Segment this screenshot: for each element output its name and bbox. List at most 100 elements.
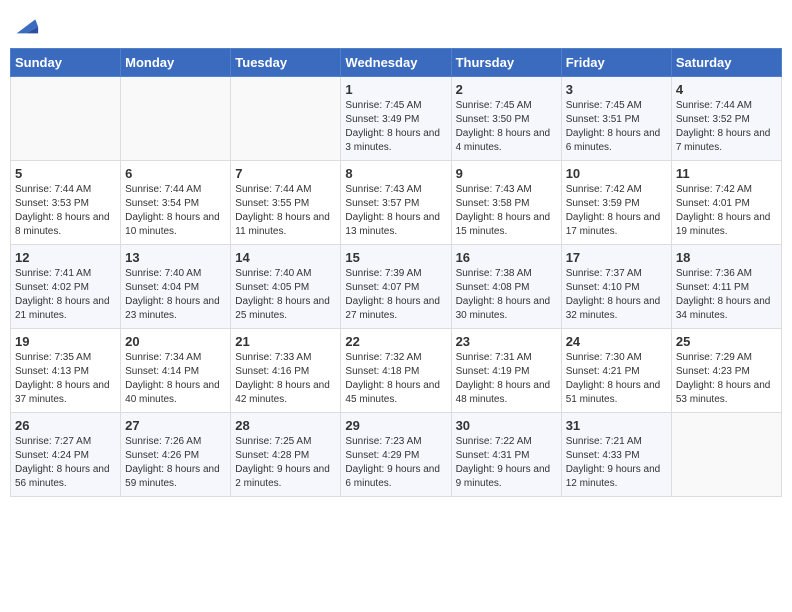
calendar-cell: 23 Sunrise: 7:31 AM Sunset: 4:19 PM Dayli… — [451, 329, 561, 413]
calendar-cell: 16Sunrise: 7:38 AM Sunset: 4:08 PM Dayli… — [451, 245, 561, 329]
calendar-cell: 19Sunrise: 7:35 AM Sunset: 4:13 PM Dayli… — [11, 329, 121, 413]
page-header — [10, 10, 782, 38]
calendar-cell: 6 Sunrise: 7:44 AM Sunset: 3:54 PM Daylig… — [121, 161, 231, 245]
calendar-cell: 22 Sunrise: 7:32 AM Sunset: 4:18 PM Dayli… — [341, 329, 451, 413]
day-number: 20 — [125, 334, 226, 349]
day-number: 21 — [235, 334, 336, 349]
day-number: 12 — [15, 250, 116, 265]
calendar-cell: 25Sunrise: 7:29 AM Sunset: 4:23 PM Dayli… — [671, 329, 781, 413]
day-number: 24 — [566, 334, 667, 349]
column-header-friday: Friday — [561, 49, 671, 77]
day-number: 4 — [676, 82, 777, 97]
day-info: Sunrise: 7:33 AM Sunset: 4:16 PM Dayligh… — [235, 351, 336, 407]
calendar-cell: 5 Sunrise: 7:44 AM Sunset: 3:53 PM Daylig… — [11, 161, 121, 245]
calendar-cell: 15 Sunrise: 7:39 AM Sunset: 4:07 PM Dayli… — [341, 245, 451, 329]
calendar-cell — [671, 413, 781, 497]
day-info: Sunrise: 7:22 AM Sunset: 4:31 PM Dayligh… — [456, 435, 557, 491]
calendar-cell: 27Sunrise: 7:26 AM Sunset: 4:26 PM Dayli… — [121, 413, 231, 497]
day-info: Sunrise: 7:44 AM Sunset: 3:52 PM Dayligh… — [676, 99, 777, 155]
day-info: Sunrise: 7:35 AM Sunset: 4:13 PM Dayligh… — [15, 351, 116, 407]
day-info: Sunrise: 7:42 AM Sunset: 3:59 PM Dayligh… — [566, 183, 667, 239]
calendar-cell: 4 Sunrise: 7:44 AM Sunset: 3:52 PM Daylig… — [671, 77, 781, 161]
day-info: Sunrise: 7:36 AM Sunset: 4:11 PM Dayligh… — [676, 267, 777, 323]
calendar-cell: 13Sunrise: 7:40 AM Sunset: 4:04 PM Dayli… — [121, 245, 231, 329]
day-info: Sunrise: 7:44 AM Sunset: 3:53 PM Dayligh… — [15, 183, 116, 239]
calendar-cell: 14 Sunrise: 7:40 AM Sunset: 4:05 PM Dayli… — [231, 245, 341, 329]
day-info: Sunrise: 7:42 AM Sunset: 4:01 PM Dayligh… — [676, 183, 777, 239]
day-number: 23 — [456, 334, 557, 349]
calendar-cell: 1Sunrise: 7:45 AM Sunset: 3:49 PM Daylig… — [341, 77, 451, 161]
day-number: 8 — [345, 166, 446, 181]
day-info: Sunrise: 7:39 AM Sunset: 4:07 PM Dayligh… — [345, 267, 446, 323]
day-info: Sunrise: 7:43 AM Sunset: 3:58 PM Dayligh… — [456, 183, 557, 239]
calendar-cell: 17Sunrise: 7:37 AM Sunset: 4:10 PM Dayli… — [561, 245, 671, 329]
day-info: Sunrise: 7:25 AM Sunset: 4:28 PM Dayligh… — [235, 435, 336, 491]
day-number: 14 — [235, 250, 336, 265]
calendar-cell: 9 Sunrise: 7:43 AM Sunset: 3:58 PM Daylig… — [451, 161, 561, 245]
column-header-wednesday: Wednesday — [341, 49, 451, 77]
day-number: 18 — [676, 250, 777, 265]
day-number: 26 — [15, 418, 116, 433]
calendar-table: SundayMondayTuesdayWednesdayThursdayFrid… — [10, 48, 782, 497]
day-info: Sunrise: 7:27 AM Sunset: 4:24 PM Dayligh… — [15, 435, 116, 491]
logo — [10, 10, 40, 38]
calendar-cell: 28 Sunrise: 7:25 AM Sunset: 4:28 PM Dayli… — [231, 413, 341, 497]
calendar-cell: 7 Sunrise: 7:44 AM Sunset: 3:55 PM Daylig… — [231, 161, 341, 245]
day-number: 6 — [125, 166, 226, 181]
logo-icon — [12, 10, 40, 38]
calendar-cell: 26 Sunrise: 7:27 AM Sunset: 4:24 PM Dayli… — [11, 413, 121, 497]
day-number: 22 — [345, 334, 446, 349]
day-number: 31 — [566, 418, 667, 433]
calendar-cell: 11 Sunrise: 7:42 AM Sunset: 4:01 PM Dayli… — [671, 161, 781, 245]
day-number: 5 — [15, 166, 116, 181]
calendar-cell — [121, 77, 231, 161]
calendar-week-row: 5 Sunrise: 7:44 AM Sunset: 3:53 PM Daylig… — [11, 161, 782, 245]
day-number: 29 — [345, 418, 446, 433]
calendar-cell: 12 Sunrise: 7:41 AM Sunset: 4:02 PM Dayli… — [11, 245, 121, 329]
day-info: Sunrise: 7:44 AM Sunset: 3:55 PM Dayligh… — [235, 183, 336, 239]
day-number: 11 — [676, 166, 777, 181]
day-info: Sunrise: 7:21 AM Sunset: 4:33 PM Dayligh… — [566, 435, 667, 491]
day-info: Sunrise: 7:41 AM Sunset: 4:02 PM Dayligh… — [15, 267, 116, 323]
calendar-header-row: SundayMondayTuesdayWednesdayThursdayFrid… — [11, 49, 782, 77]
day-info: Sunrise: 7:26 AM Sunset: 4:26 PM Dayligh… — [125, 435, 226, 491]
day-number: 15 — [345, 250, 446, 265]
day-info: Sunrise: 7:45 AM Sunset: 3:50 PM Dayligh… — [456, 99, 557, 155]
calendar-cell: 3Sunrise: 7:45 AM Sunset: 3:51 PM Daylig… — [561, 77, 671, 161]
day-info: Sunrise: 7:45 AM Sunset: 3:49 PM Dayligh… — [345, 99, 446, 155]
calendar-cell: 29Sunrise: 7:23 AM Sunset: 4:29 PM Dayli… — [341, 413, 451, 497]
day-number: 10 — [566, 166, 667, 181]
calendar-cell — [231, 77, 341, 161]
day-info: Sunrise: 7:32 AM Sunset: 4:18 PM Dayligh… — [345, 351, 446, 407]
calendar-cell: 31 Sunrise: 7:21 AM Sunset: 4:33 PM Dayli… — [561, 413, 671, 497]
calendar-week-row: 1Sunrise: 7:45 AM Sunset: 3:49 PM Daylig… — [11, 77, 782, 161]
day-number: 30 — [456, 418, 557, 433]
day-number: 2 — [456, 82, 557, 97]
calendar-week-row: 19Sunrise: 7:35 AM Sunset: 4:13 PM Dayli… — [11, 329, 782, 413]
day-number: 9 — [456, 166, 557, 181]
day-number: 7 — [235, 166, 336, 181]
calendar-cell: 18 Sunrise: 7:36 AM Sunset: 4:11 PM Dayli… — [671, 245, 781, 329]
day-number: 28 — [235, 418, 336, 433]
day-number: 16 — [456, 250, 557, 265]
day-info: Sunrise: 7:44 AM Sunset: 3:54 PM Dayligh… — [125, 183, 226, 239]
column-header-sunday: Sunday — [11, 49, 121, 77]
day-info: Sunrise: 7:31 AM Sunset: 4:19 PM Dayligh… — [456, 351, 557, 407]
day-number: 17 — [566, 250, 667, 265]
calendar-cell: 24Sunrise: 7:30 AM Sunset: 4:21 PM Dayli… — [561, 329, 671, 413]
day-info: Sunrise: 7:40 AM Sunset: 4:05 PM Dayligh… — [235, 267, 336, 323]
column-header-tuesday: Tuesday — [231, 49, 341, 77]
day-info: Sunrise: 7:34 AM Sunset: 4:14 PM Dayligh… — [125, 351, 226, 407]
calendar-cell: 20 Sunrise: 7:34 AM Sunset: 4:14 PM Dayli… — [121, 329, 231, 413]
calendar-cell — [11, 77, 121, 161]
calendar-week-row: 26 Sunrise: 7:27 AM Sunset: 4:24 PM Dayli… — [11, 413, 782, 497]
column-header-monday: Monday — [121, 49, 231, 77]
day-info: Sunrise: 7:45 AM Sunset: 3:51 PM Dayligh… — [566, 99, 667, 155]
column-header-thursday: Thursday — [451, 49, 561, 77]
column-header-saturday: Saturday — [671, 49, 781, 77]
calendar-cell: 8 Sunrise: 7:43 AM Sunset: 3:57 PM Daylig… — [341, 161, 451, 245]
calendar-week-row: 12 Sunrise: 7:41 AM Sunset: 4:02 PM Dayli… — [11, 245, 782, 329]
day-info: Sunrise: 7:43 AM Sunset: 3:57 PM Dayligh… — [345, 183, 446, 239]
day-info: Sunrise: 7:29 AM Sunset: 4:23 PM Dayligh… — [676, 351, 777, 407]
day-info: Sunrise: 7:40 AM Sunset: 4:04 PM Dayligh… — [125, 267, 226, 323]
